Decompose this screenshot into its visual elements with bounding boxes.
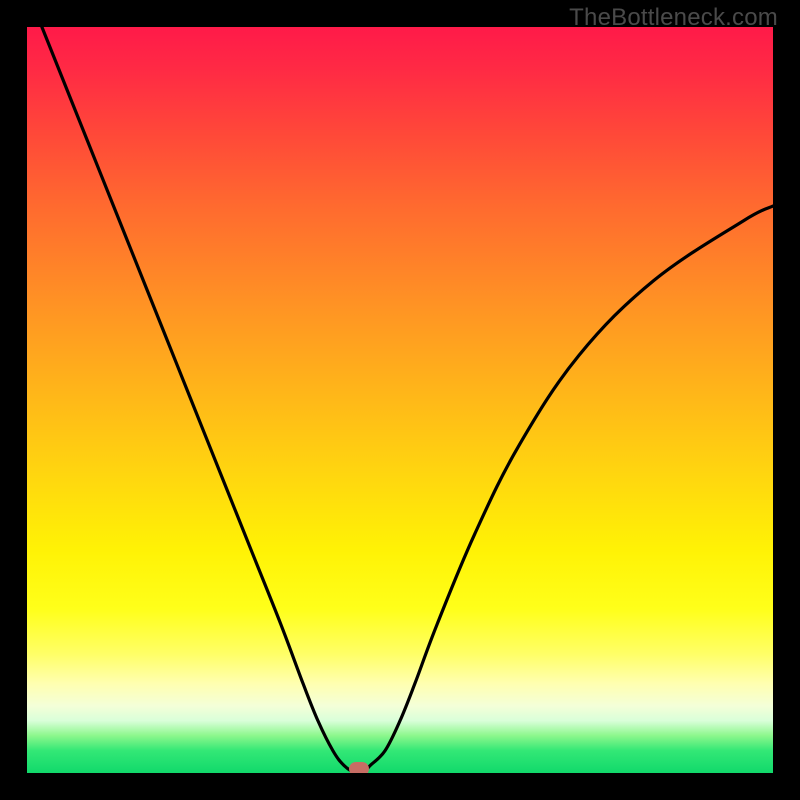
curve-svg [27,27,773,773]
left-border [0,27,27,773]
attribution-text: TheBottleneck.com [569,4,778,32]
plot-area [27,27,773,773]
chart-frame: TheBottleneck.com [0,0,800,800]
bottleneck-curve [42,27,773,773]
optimal-point-marker [349,762,369,773]
